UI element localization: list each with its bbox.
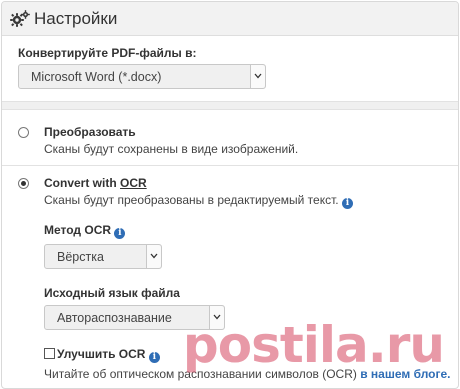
ocr-method-label-text: Метод OCR: [44, 223, 112, 237]
info-icon[interactable]: i: [148, 352, 160, 363]
settings-header: Настройки: [2, 2, 458, 36]
section-divider: [2, 101, 458, 110]
convert-images-desc: Сканы будут сохранены в виде изображений…: [44, 142, 299, 156]
convert-ocr-desc-text: Сканы будут преобразованы в редактируемы…: [44, 193, 339, 207]
chevron-down-icon: [250, 65, 265, 88]
ocr-term: OCR: [120, 176, 147, 190]
output-format-select[interactable]: Microsoft Word (*.docx): [18, 64, 266, 89]
info-icon[interactable]: i: [114, 228, 126, 239]
watermark: postila.ru: [182, 316, 445, 374]
convert-ocr-title-text: Convert with: [44, 176, 121, 190]
ocr-method-label: Метод OCR i: [44, 223, 126, 239]
gears-icon: [10, 10, 30, 27]
option-divider: [2, 165, 458, 166]
source-language-label: Исходный язык файла: [44, 286, 180, 300]
output-format-value: Microsoft Word (*.docx): [31, 70, 162, 84]
info-icon[interactable]: i: [341, 198, 353, 209]
convert-ocr-radio[interactable]: [18, 178, 29, 189]
ocr-method-select[interactable]: Вёрстка: [44, 244, 162, 269]
source-language-value: Автораспознавание: [57, 311, 172, 325]
convert-images-radio[interactable]: [18, 127, 29, 138]
chevron-down-icon: [146, 245, 161, 268]
ocr-method-value: Вёрстка: [57, 250, 104, 264]
convert-ocr-title: Convert with OCR: [44, 176, 147, 190]
settings-panel: Настройки Конвертируйте PDF-файлы в: Mic…: [1, 1, 459, 389]
convert-ocr-desc: Сканы будут преобразованы в редактируемы…: [44, 193, 353, 209]
page-title: Настройки: [34, 9, 118, 28]
improve-ocr-checkbox[interactable]: [44, 348, 55, 359]
improve-ocr-label: Улучшить OCR: [57, 347, 146, 361]
convert-images-title: Преобразовать: [44, 125, 136, 139]
improve-ocr-row: Улучшить OCR i: [44, 347, 160, 363]
convert-format-label: Конвертируйте PDF-файлы в:: [18, 46, 197, 60]
